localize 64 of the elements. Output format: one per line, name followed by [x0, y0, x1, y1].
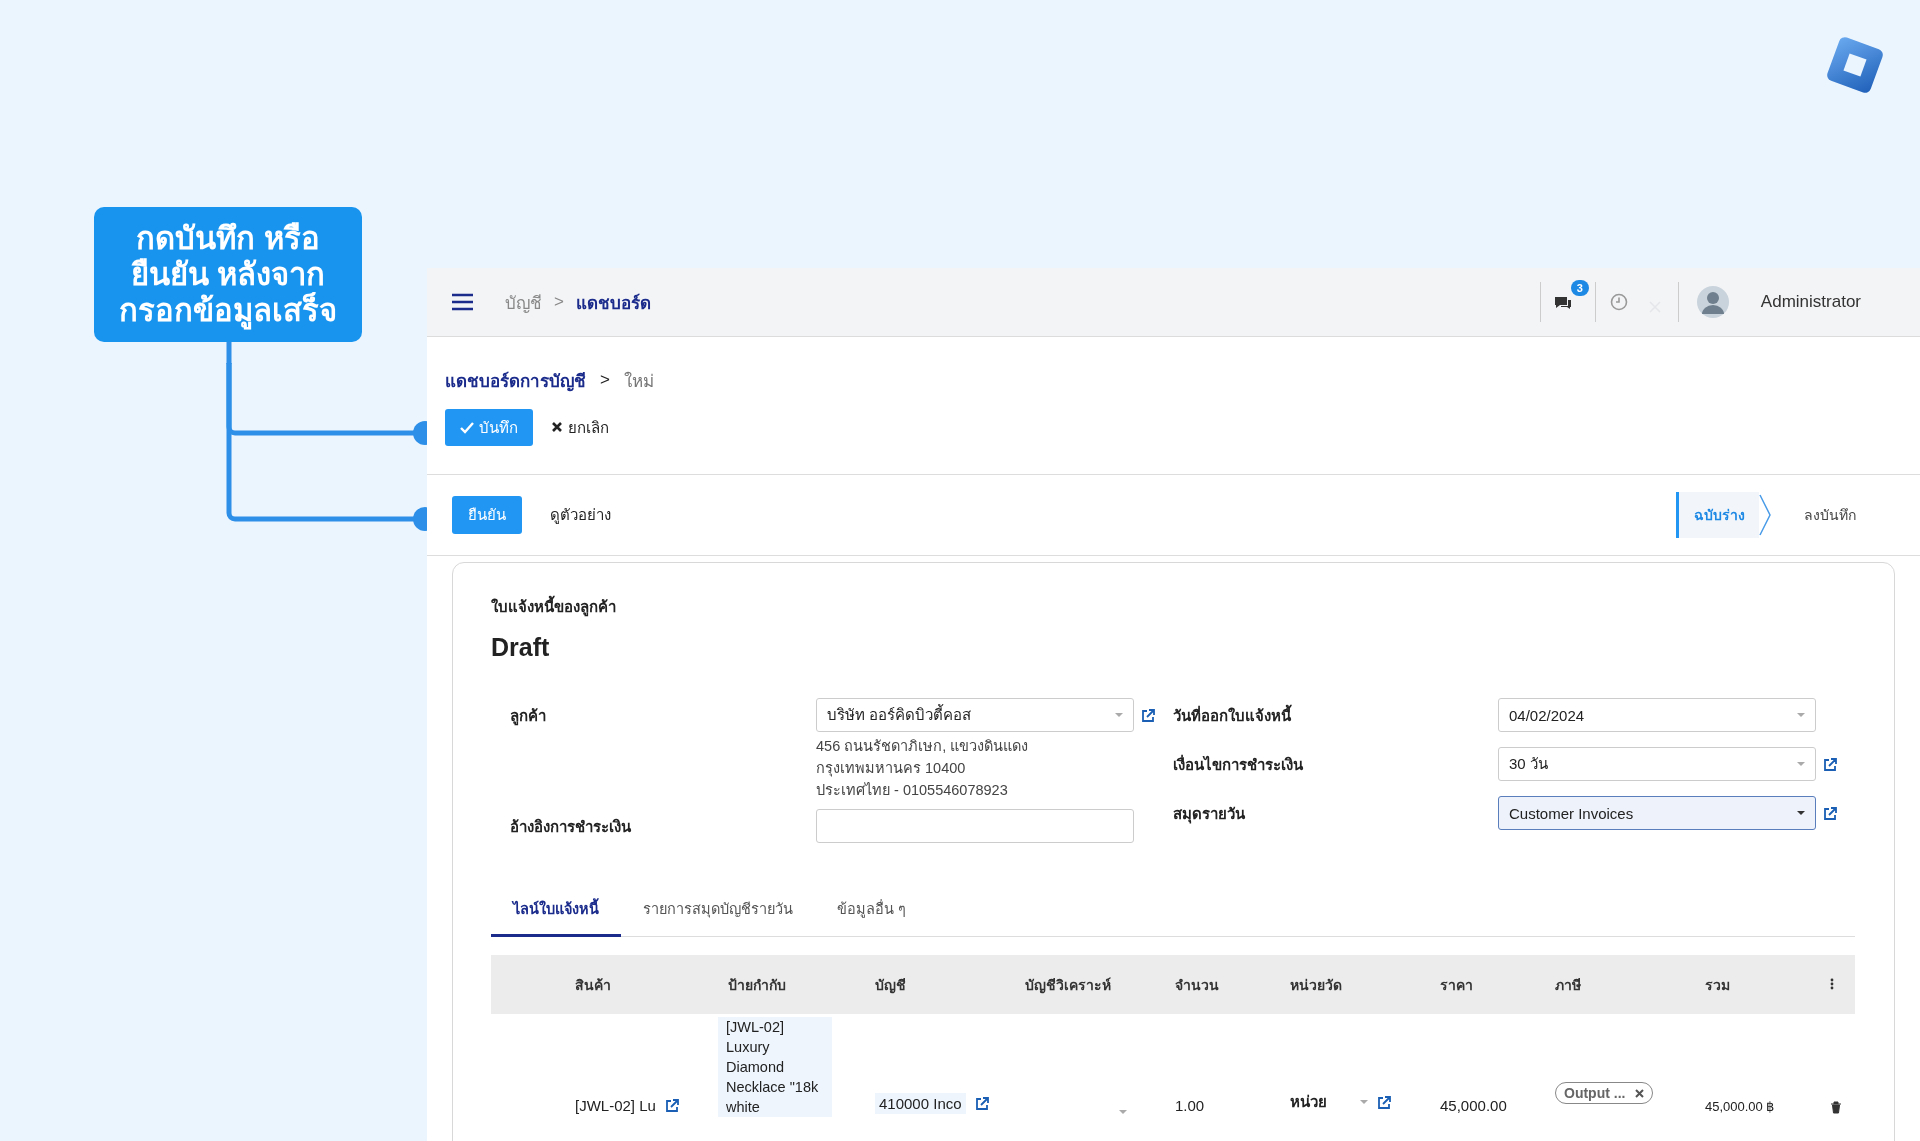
preview-button[interactable]: ดูตัวอย่าง — [550, 503, 611, 527]
chevron-icon — [1759, 494, 1771, 536]
notification-badge: 3 — [1570, 279, 1589, 296]
check-icon — [460, 421, 474, 434]
caret-icon — [1115, 713, 1123, 717]
external-link-icon[interactable] — [1376, 1094, 1392, 1110]
input-field[interactable] — [816, 809, 1134, 843]
breadcrumb-item: ใหม่ — [623, 370, 654, 393]
tab[interactable]: ไลน์ใบแจ้งหนี้ — [491, 887, 621, 937]
breadcrumb-separator: > — [554, 292, 564, 312]
caret-icon — [1797, 713, 1805, 717]
tab[interactable]: ข้อมูลอื่น ๆ — [815, 887, 929, 937]
tab[interactable]: รายการสมุดบัญชีรายวัน — [621, 887, 815, 937]
external-link-icon[interactable] — [1822, 757, 1838, 772]
record-title: Draft — [491, 633, 551, 662]
select-field[interactable]: 04/02/2024 — [1498, 698, 1816, 732]
column-header[interactable]: หน่วยวัด — [1280, 973, 1430, 996]
column-header[interactable]: รวม — [1695, 973, 1820, 996]
breadcrumb-item[interactable]: แดชบอร์ดการบัญชี — [445, 366, 586, 394]
select-field[interactable]: 30 วัน — [1498, 747, 1816, 781]
table-cell: 45,000.00 — [1440, 1097, 1507, 1114]
caret-icon — [1360, 1100, 1368, 1104]
menu-icon[interactable] — [452, 293, 473, 311]
customer-address: 456 ถนนรัชดาภิเษก, แขวงดินแดง กรุงเทพมหานคร 10400 ประเทศไทย - 0105546078923 — [816, 737, 1030, 800]
select-field[interactable]: บริษัท ออร์คิดบิวตี้คอส — [816, 698, 1134, 732]
external-link-icon[interactable] — [1822, 806, 1838, 821]
clock-icon[interactable] — [1609, 293, 1628, 311]
close-icon — [551, 421, 563, 434]
caret-icon — [1797, 811, 1805, 815]
column-header[interactable]: จำนวน — [1165, 973, 1280, 996]
field-label: เงื่อนไขการชำระเงิน — [1173, 753, 1304, 775]
table-cell: 410000 Inco — [875, 1093, 966, 1114]
field-label: สมุดรายวัน — [1173, 804, 1246, 826]
remove-icon[interactable] — [1635, 1088, 1645, 1098]
table-cell: 1.00 — [1175, 1097, 1205, 1114]
table-cell: 45,000.00 ฿ — [1705, 1099, 1775, 1114]
trash-icon[interactable] — [1830, 1101, 1842, 1114]
form-heading: ใบแจ้งหนี้ของลูกค้า — [491, 595, 1854, 619]
column-header[interactable]: ภาษี — [1545, 973, 1695, 996]
column-header[interactable]: ป้ายกำกับ — [718, 973, 865, 996]
caret-icon — [1119, 1110, 1127, 1114]
avatar[interactable] — [1696, 286, 1729, 318]
breadcrumb-item[interactable]: แดชบอร์ด — [575, 288, 651, 316]
external-link-icon[interactable] — [973, 1096, 990, 1111]
user-name[interactable]: Administrator — [1760, 292, 1861, 312]
caret-icon — [1797, 762, 1805, 766]
status-step[interactable]: ลงบันทึก — [1789, 492, 1870, 538]
discard-button[interactable]: ยกเลิก — [551, 415, 609, 440]
table-cell: [JWL-02] Lu — [575, 1097, 656, 1114]
column-header[interactable]: บัญชี — [865, 973, 1015, 996]
external-link-icon[interactable] — [663, 1098, 680, 1113]
column-header[interactable]: สินค้า — [565, 973, 718, 996]
breadcrumb-separator: > — [600, 370, 610, 390]
table-cell: [JWL-02] Luxury Diamond Necklace "18k white — [718, 1017, 832, 1117]
column-header[interactable]: บัญชีวิเคราะห์ — [1015, 973, 1165, 996]
field-label: วันที่ออกใบแจ้งหนี้ — [1173, 698, 1498, 728]
kebab-icon[interactable] — [1830, 977, 1834, 990]
external-link-icon[interactable] — [1140, 708, 1156, 723]
field-label: ลูกค้า — [509, 706, 547, 728]
field-label: อ้างอิงการชำระเงิน — [509, 817, 632, 837]
table-cell-text: หน่วย — [1290, 1092, 1328, 1112]
callout-box: กดบันทึก หรือ ยืนยัน หลังจาก กรอกข้อมูลเสร็จ — [94, 207, 362, 342]
column-header[interactable]: ราคา — [1430, 973, 1545, 996]
select-field[interactable]: Customer Invoices — [1498, 796, 1816, 830]
